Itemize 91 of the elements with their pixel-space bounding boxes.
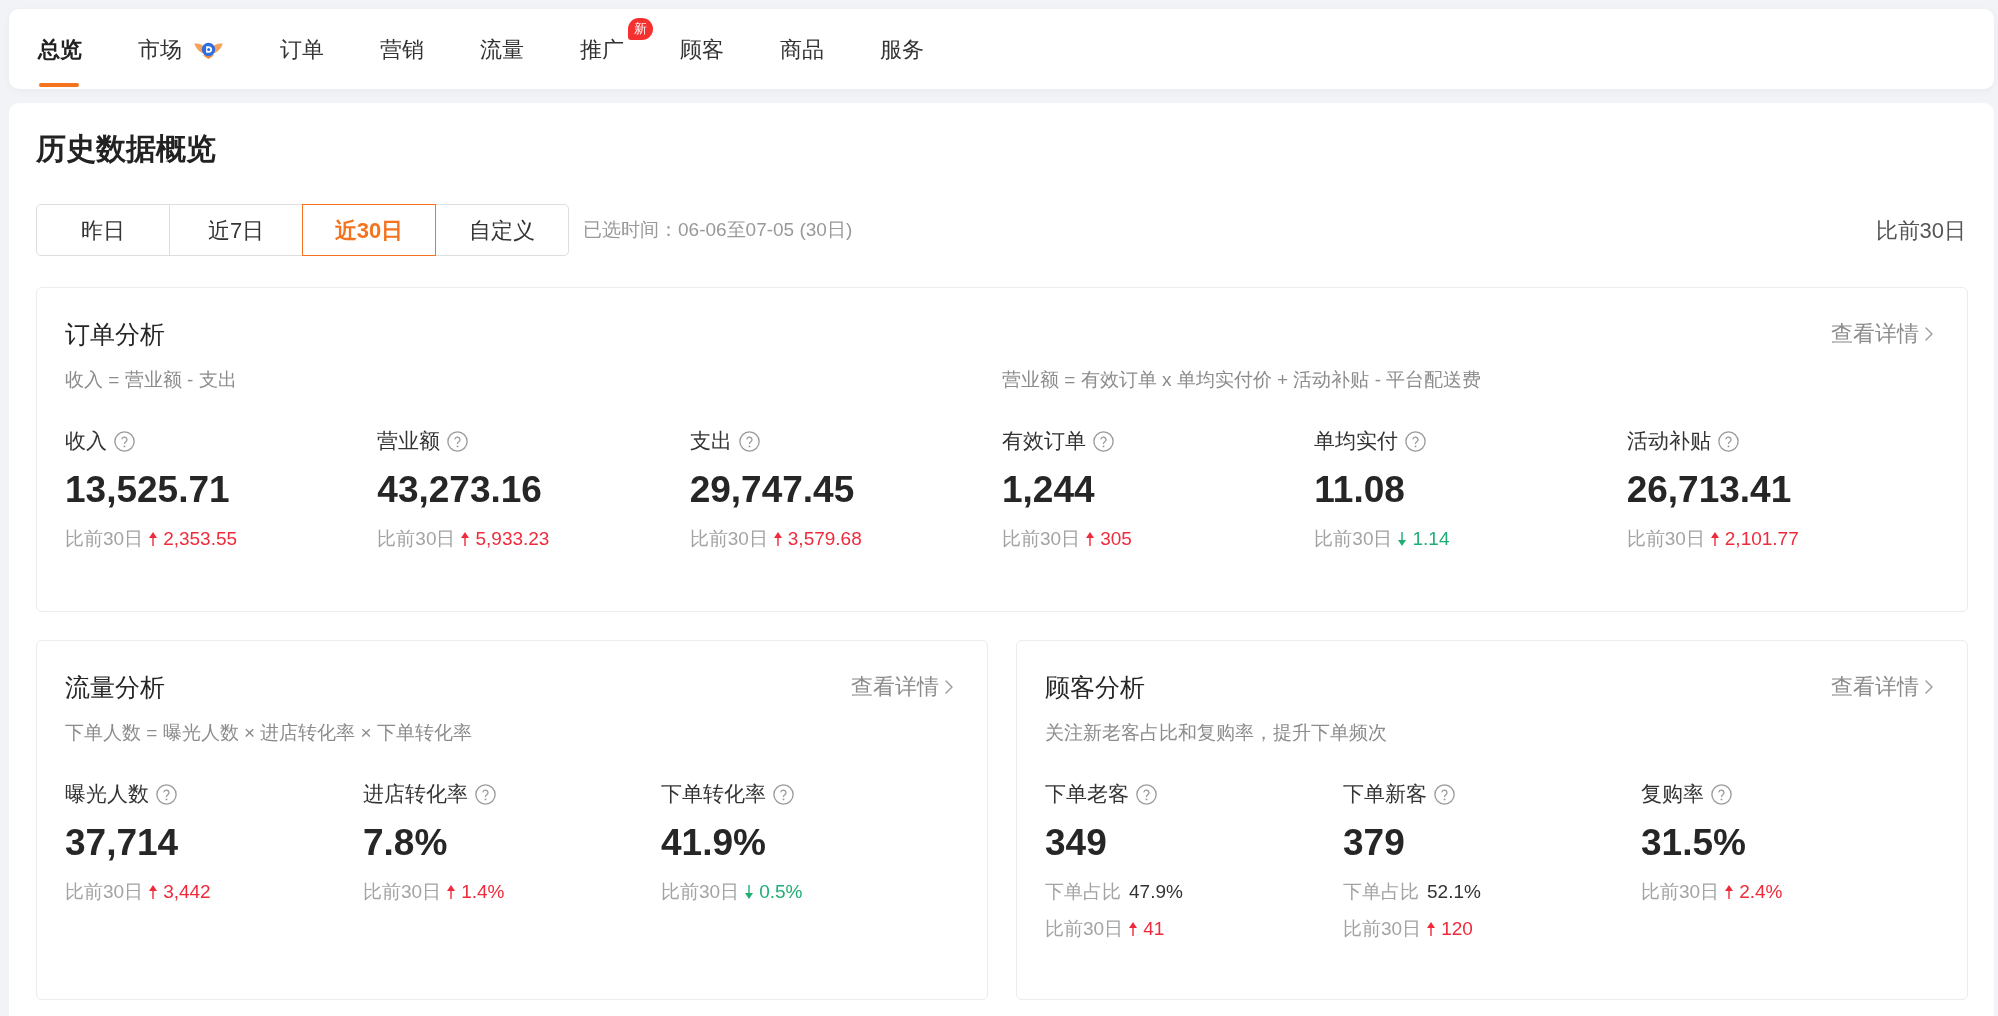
- help-icon[interactable]: [1711, 783, 1732, 805]
- compare-label: 比前30日: [377, 527, 456, 551]
- metric-label: 支出: [689, 428, 732, 454]
- nav-tab[interactable]: 流量: [480, 9, 524, 89]
- active-tab-indicator: [39, 83, 79, 87]
- selected-time-text: 已选时间：06-06至07-05 (30日): [583, 217, 853, 242]
- compare-label: 比前30日: [1343, 917, 1422, 941]
- card-title: 订单分析: [65, 319, 165, 350]
- metric-label: 有效订单: [1002, 428, 1086, 454]
- metric-label: 下单转化率: [661, 781, 766, 807]
- chevron-right-icon: [945, 680, 953, 694]
- share-value: 47.9%: [1129, 880, 1183, 904]
- compare-label: 比前30日: [689, 527, 768, 551]
- nav-tab[interactable]: 总览: [38, 9, 82, 89]
- help-icon[interactable]: [1136, 783, 1157, 805]
- page-title: 历史数据概览: [36, 131, 216, 167]
- help-icon[interactable]: [447, 430, 469, 452]
- date-range-button[interactable]: 昨日: [36, 204, 170, 256]
- metric-value: 349: [1045, 821, 1107, 865]
- change-value: 5,933.23: [475, 527, 550, 551]
- metric-label: 活动补贴: [1626, 428, 1711, 454]
- help-icon[interactable]: [738, 430, 760, 452]
- formula-text: 营业额 = 有效订单 x 单均实付价 + 活动补贴 - 平台配送费: [1002, 368, 1482, 392]
- compare-label: 比前30日: [1626, 527, 1705, 551]
- change-value: 120: [1441, 917, 1473, 941]
- help-icon[interactable]: [156, 783, 177, 805]
- help-icon[interactable]: [1093, 430, 1114, 452]
- change-value: 305: [1100, 527, 1132, 551]
- metric-label: 单均实付: [1314, 428, 1399, 454]
- change-value: 1.4%: [461, 880, 505, 904]
- metric-value: 1,244: [1002, 468, 1095, 512]
- nav-tab[interactable]: 推广: [580, 9, 624, 89]
- metric-value: 379: [1343, 821, 1405, 865]
- card-title: 顾客分析: [1045, 672, 1145, 703]
- formula-text: 下单人数 = 曝光人数 × 进店转化率 × 下单转化率: [65, 721, 472, 745]
- metric-value: 13,525.71: [65, 468, 230, 512]
- date-range-button[interactable]: 近7日: [169, 204, 303, 256]
- nav-tab[interactable]: 市场: [138, 9, 224, 89]
- metric-label: 复购率: [1641, 781, 1704, 807]
- metric-value: 37,714: [65, 821, 179, 865]
- metric-value: 29,747.45: [689, 468, 855, 512]
- change-value: 1.14: [1412, 527, 1450, 551]
- metric-label: 营业额: [377, 428, 441, 454]
- change-value: 3,579.68: [787, 527, 862, 551]
- nav-tab[interactable]: 顾客: [680, 9, 724, 89]
- help-icon[interactable]: [114, 430, 135, 452]
- formula-text: 收入 = 营业额 - 支出: [65, 368, 237, 392]
- compare-label: 比前30日: [1045, 917, 1124, 941]
- nav-tab[interactable]: 营销: [380, 9, 424, 89]
- metric-label: 下单新客: [1343, 781, 1427, 807]
- nav-tab[interactable]: 商品: [780, 9, 824, 89]
- metric-value: 43,273.16: [377, 468, 542, 512]
- change-value: 2,353.55: [163, 527, 238, 551]
- metric-label: 进店转化率: [363, 781, 468, 807]
- change-value: 3,442: [163, 880, 211, 904]
- card-title: 流量分析: [65, 672, 165, 703]
- change-value: 41: [1143, 917, 1165, 941]
- metric-value: 31.5%: [1641, 821, 1746, 865]
- metric-value: 41.9%: [661, 821, 766, 865]
- share-value: 52.1%: [1427, 880, 1481, 904]
- metric-label: 下单老客: [1045, 781, 1129, 807]
- metric-value: 7.8%: [363, 821, 448, 865]
- compare-period-text: 比前30日: [1875, 216, 1966, 245]
- nav-tab[interactable]: 订单: [280, 9, 324, 89]
- change-value: 0.5%: [759, 880, 803, 904]
- compare-label: 比前30日: [65, 527, 144, 551]
- help-icon[interactable]: [1434, 783, 1455, 805]
- help-icon[interactable]: [773, 783, 794, 805]
- metric-value: 26,713.41: [1626, 468, 1792, 512]
- change-value: 2.4%: [1739, 880, 1783, 904]
- metric-label: 收入: [65, 428, 107, 454]
- metric-value: 11.08: [1314, 468, 1405, 512]
- metric-label: 曝光人数: [65, 781, 149, 807]
- date-range-button[interactable]: 自定义: [435, 204, 569, 256]
- formula-text: 关注新老客占比和复购率，提升下单频次: [1045, 721, 1387, 745]
- compare-label: 比前30日: [65, 880, 144, 904]
- help-icon[interactable]: [475, 783, 496, 805]
- help-icon[interactable]: [1405, 430, 1427, 452]
- chevron-right-icon: [1925, 680, 1933, 694]
- change-value: 2,101.77: [1724, 527, 1799, 551]
- compare-label: 比前30日: [661, 880, 740, 904]
- chevron-right-icon: [1925, 327, 1933, 341]
- compare-label: 比前30日: [1314, 527, 1393, 551]
- new-badge: 新: [628, 18, 653, 40]
- help-icon[interactable]: [1717, 430, 1739, 452]
- share-label: 下单占比: [1343, 880, 1419, 904]
- compare-label: 比前30日: [363, 880, 442, 904]
- compare-label: 比前30日: [1002, 527, 1081, 551]
- share-label: 下单占比: [1045, 880, 1121, 904]
- nav-tab[interactable]: 服务: [880, 9, 924, 89]
- compare-label: 比前30日: [1641, 880, 1720, 904]
